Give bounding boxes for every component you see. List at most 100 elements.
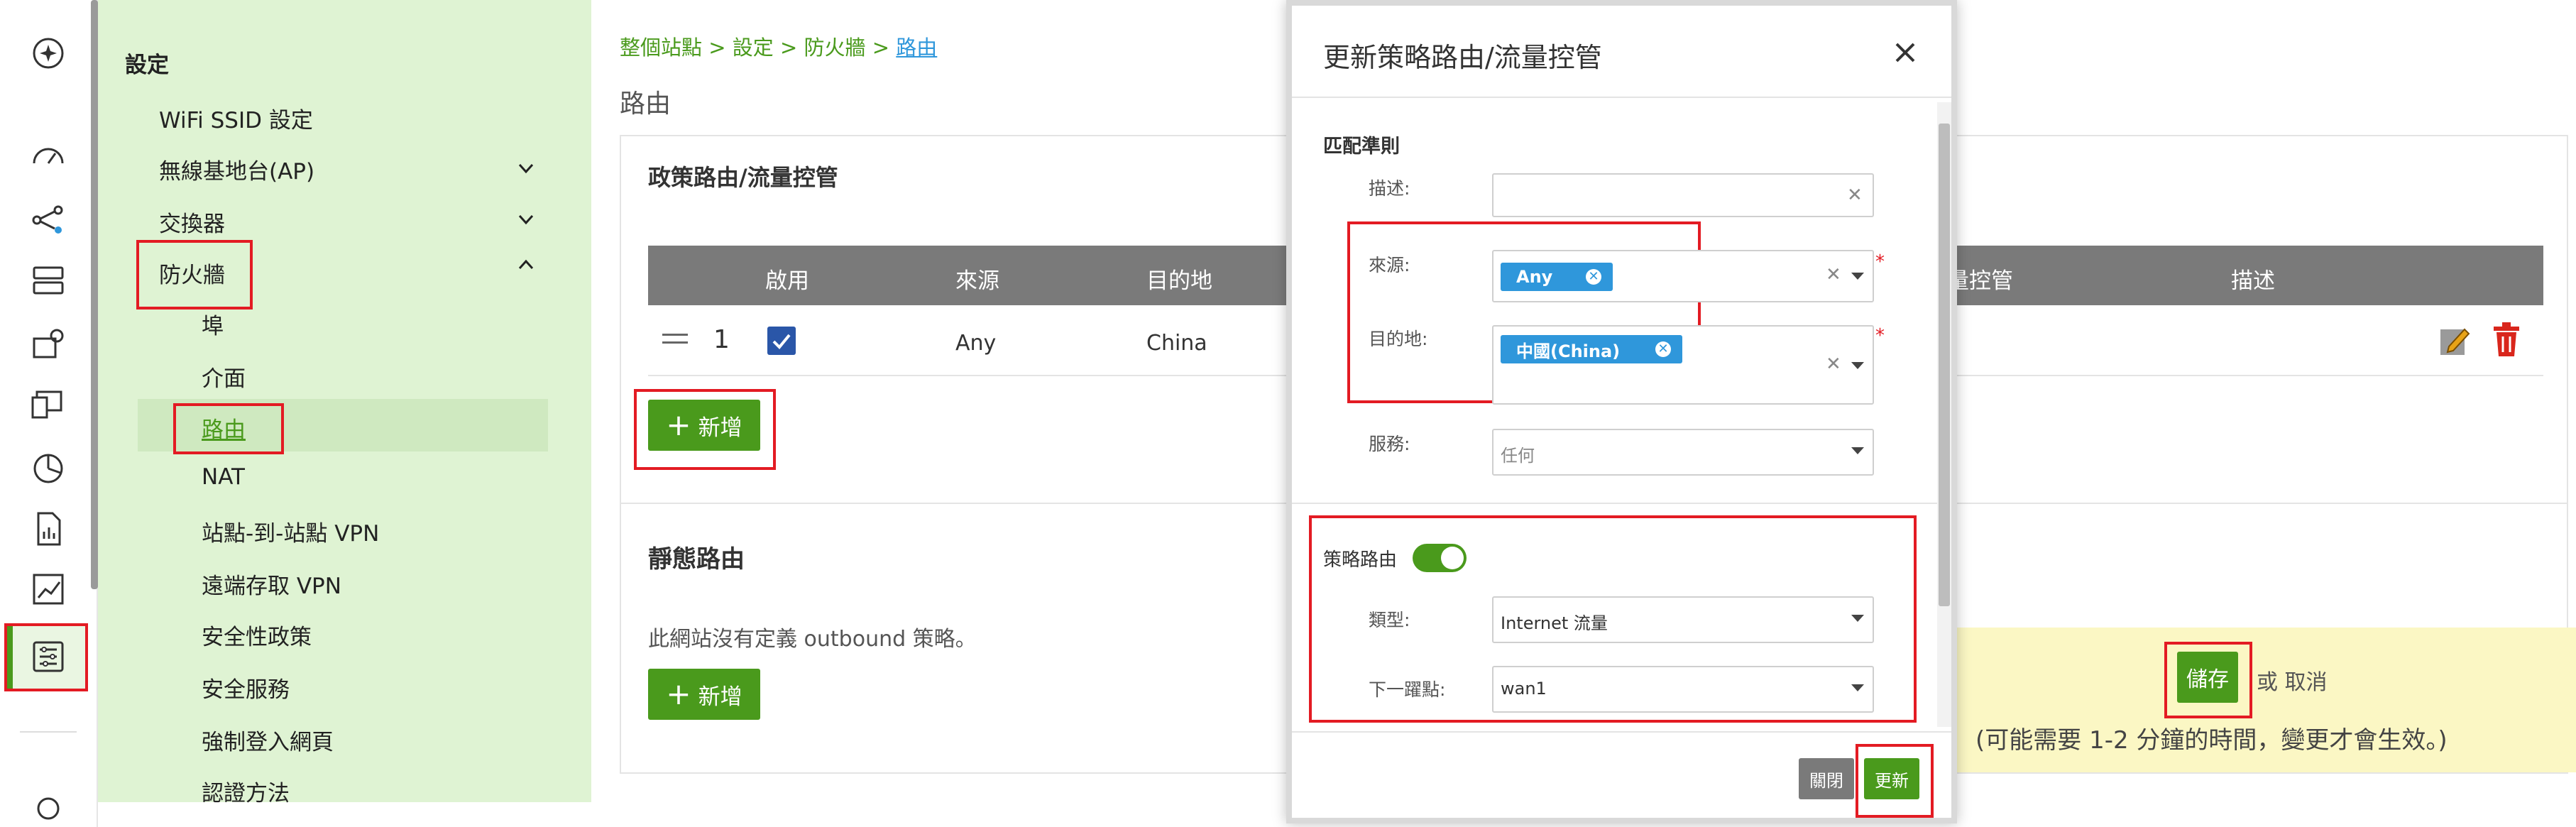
- chevron-down-icon[interactable]: [517, 210, 535, 229]
- submenu-security-policy[interactable]: 安全性政策: [202, 619, 312, 651]
- location-device-icon[interactable]: [27, 323, 70, 366]
- description-label: 描述:: [1369, 178, 1410, 199]
- row-destination: China: [1146, 331, 1207, 356]
- topology-icon[interactable]: [27, 199, 70, 241]
- check-icon: [772, 334, 791, 349]
- match-section-title: 匹配準則: [1323, 136, 1400, 158]
- policy-route-toggle[interactable]: [1413, 544, 1467, 572]
- breadcrumb-firewall[interactable]: 防火牆: [804, 35, 866, 60]
- submenu-security-service[interactable]: 安全服務: [202, 672, 290, 703]
- settings-sliders-icon[interactable]: [27, 635, 70, 678]
- policy-route-label: 策略路由: [1323, 549, 1398, 571]
- report-icon[interactable]: [27, 508, 70, 550]
- next-hop-label: 下一躍點:: [1369, 679, 1446, 700]
- modal-scroll-thumb[interactable]: [1939, 124, 1950, 606]
- or-text: 或: [2257, 670, 2278, 695]
- modal-title: 更新策略路由/流量控管: [1323, 42, 1602, 73]
- submenu-auth-method[interactable]: 認證方法: [202, 775, 290, 807]
- source-label: 來源:: [1369, 255, 1410, 275]
- chevron-down-icon[interactable]: [1851, 273, 1864, 280]
- clear-icon[interactable]: ✕: [1826, 264, 1841, 285]
- compass-icon[interactable]: [27, 32, 70, 75]
- required-mark: *: [1875, 325, 1885, 346]
- source-tag[interactable]: Any ✕: [1501, 263, 1613, 291]
- col-enabled[interactable]: 啟用: [765, 263, 809, 295]
- chevron-down-icon[interactable]: [1851, 447, 1864, 454]
- add-policy-button[interactable]: + 新增: [648, 400, 760, 451]
- menu-firewall[interactable]: 防火牆: [159, 257, 225, 289]
- next-hop-select[interactable]: wan1: [1492, 666, 1874, 713]
- submenu-captive-portal[interactable]: 強制登入網頁: [202, 724, 334, 756]
- plus-icon: +: [666, 677, 691, 711]
- policy-section-title: 政策路由/流量控管: [648, 164, 838, 191]
- monitor-icon[interactable]: [27, 383, 70, 426]
- chevron-down-icon[interactable]: [1851, 684, 1864, 691]
- menu-wifi-ssid[interactable]: WiFi SSID 設定: [159, 102, 313, 134]
- chevron-up-icon[interactable]: [517, 256, 535, 274]
- submenu-site-to-site-vpn[interactable]: 站點-到-站點 VPN: [202, 515, 379, 547]
- chevron-down-icon[interactable]: [1851, 615, 1864, 622]
- chevron-down-icon[interactable]: [1851, 362, 1864, 369]
- update-button[interactable]: 更新: [1864, 758, 1919, 799]
- submenu-port[interactable]: 埠: [202, 308, 224, 340]
- modal-footer-divider: [1292, 731, 1951, 733]
- service-label: 服務:: [1369, 434, 1410, 454]
- col-description[interactable]: 描述: [2231, 263, 2275, 295]
- close-icon[interactable]: [1891, 38, 1919, 67]
- toggle-knob: [1441, 547, 1464, 569]
- save-note: (可能需要 1-2 分鐘的時間，變更才會生效。): [1975, 726, 2448, 755]
- static-empty-text: 此網站沒有定義 outbound 策略。: [648, 627, 977, 652]
- save-button[interactable]: 儲存: [2177, 652, 2238, 703]
- chevron-down-icon[interactable]: [517, 159, 535, 177]
- cancel-link[interactable]: 取消: [2285, 670, 2328, 695]
- dashboard-gauge-icon[interactable]: [27, 135, 70, 177]
- active-indicator: [7, 626, 13, 689]
- col-source[interactable]: 來源: [955, 263, 999, 295]
- row-order: 1: [713, 325, 730, 354]
- or-cancel: 或 取消: [2257, 664, 2328, 696]
- remove-tag-icon[interactable]: ✕: [1655, 341, 1671, 357]
- breadcrumb: 整個站點 > 設定 > 防火牆 > 路由: [620, 35, 938, 60]
- destination-tag[interactable]: 中國(China) ✕: [1501, 335, 1682, 363]
- drag-handle-icon[interactable]: [662, 334, 688, 336]
- breadcrumb-site[interactable]: 整個站點: [620, 35, 702, 60]
- add-policy-label: 新增: [698, 415, 742, 441]
- menu-ap[interactable]: 無線基地台(AP): [159, 153, 314, 185]
- modal-header-divider: [1292, 97, 1951, 98]
- help-icon[interactable]: [27, 784, 70, 827]
- breadcrumb-settings[interactable]: 設定: [733, 35, 774, 60]
- add-static-label: 新增: [698, 684, 742, 710]
- remove-tag-icon[interactable]: ✕: [1586, 269, 1601, 285]
- plus-icon: +: [666, 407, 691, 442]
- settings-title: 設定: [125, 53, 169, 78]
- enabled-checkbox[interactable]: [767, 327, 796, 355]
- menu-switch[interactable]: 交換器: [159, 206, 225, 238]
- close-button[interactable]: 關閉: [1799, 758, 1854, 799]
- static-section-title: 靜態路由: [648, 545, 745, 574]
- description-input[interactable]: [1492, 173, 1874, 217]
- edit-icon[interactable]: [2439, 325, 2470, 356]
- row-source: Any: [955, 331, 997, 356]
- submenu-routing[interactable]: 路由: [202, 412, 246, 444]
- type-select[interactable]: Internet 流量: [1492, 596, 1874, 643]
- clear-icon[interactable]: ✕: [1847, 185, 1863, 206]
- submenu-nat[interactable]: NAT: [202, 464, 245, 490]
- submenu-interface[interactable]: 介面: [202, 361, 246, 393]
- pie-chart-icon[interactable]: [27, 447, 70, 490]
- server-icon[interactable]: [27, 259, 70, 302]
- col-destination[interactable]: 目的地: [1146, 263, 1212, 295]
- settings-panel: 設定 WiFi SSID 設定 無線基地台(AP) 交換器 防火牆 埠 介面 路…: [98, 0, 591, 806]
- section-divider: [1292, 503, 1937, 504]
- clear-icon[interactable]: ✕: [1826, 354, 1841, 375]
- type-label: 類型:: [1369, 610, 1410, 630]
- destination-label: 目的地:: [1369, 329, 1428, 349]
- rail-divider: [20, 731, 77, 733]
- rail-scrollbar[interactable]: [91, 0, 98, 589]
- breadcrumb-current[interactable]: 路由: [896, 35, 937, 60]
- update-policy-modal: 更新策略路由/流量控管 匹配準則 描述: ✕ 來源: Any ✕ ✕ * 目的地…: [1286, 0, 1957, 823]
- submenu-remote-access-vpn[interactable]: 遠端存取 VPN: [202, 568, 341, 600]
- service-select[interactable]: 任何: [1492, 429, 1874, 476]
- add-static-button[interactable]: + 新增: [648, 669, 760, 720]
- delete-icon[interactable]: [2491, 322, 2522, 358]
- line-chart-icon[interactable]: [27, 568, 70, 610]
